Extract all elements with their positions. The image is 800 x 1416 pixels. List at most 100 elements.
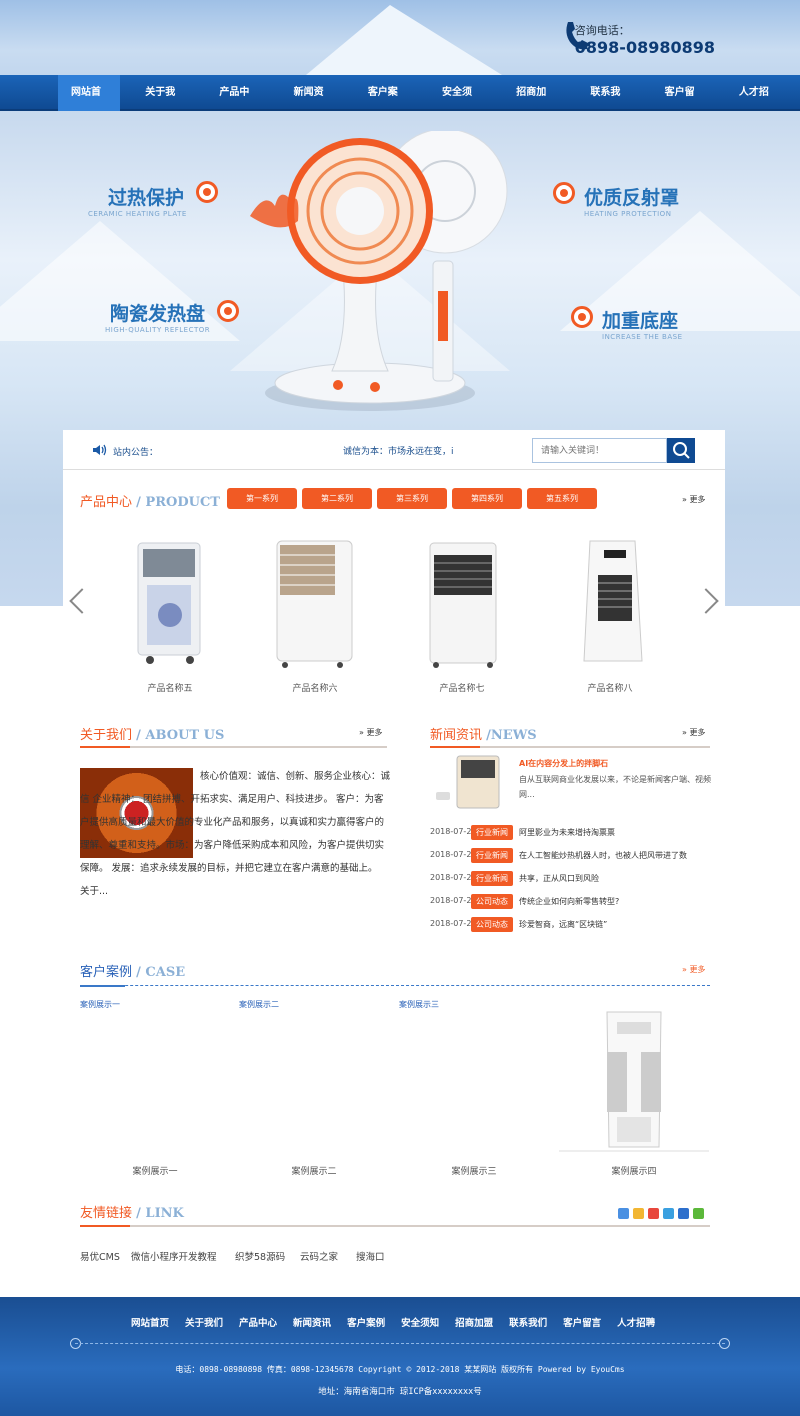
share-qzone-icon[interactable]	[633, 1208, 644, 1219]
products-section-title: 产品中心 / PRODUCT	[80, 491, 220, 510]
tab-series-2[interactable]: 第二系列	[302, 488, 372, 509]
news-date: 2018-07-27	[430, 850, 477, 859]
notice-text[interactable]: 诚信为本：市场永远在变，i	[343, 444, 454, 457]
news-row[interactable]: 2018-07-27 行业新闻 在人工智能炒热机器人时，也被人把风带进了数	[430, 848, 720, 864]
nav-item-jobs[interactable]: 人才招聘	[726, 75, 788, 134]
friend-link[interactable]: 织梦58源码	[235, 1249, 285, 1263]
product-card[interactable]: 产品名称五	[120, 535, 220, 694]
footer-copyright: 电话：0898-08980898 传真：0898-12345678 Copyri…	[175, 1365, 625, 1374]
products-more-link[interactable]: » 更多	[682, 494, 705, 505]
section-title-en: / ABOUT US	[136, 728, 225, 743]
tab-series-1[interactable]: 第一系列	[227, 488, 297, 509]
footer-nav-item[interactable]: 产品中心	[239, 1315, 277, 1329]
news-featured-image	[436, 755, 500, 809]
nav-item-products[interactable]: 产品中心	[206, 75, 268, 134]
footer-nav-item[interactable]: 客户留言	[563, 1315, 601, 1329]
feature-subtitle: INCREASE THE BASE	[602, 333, 683, 341]
share-weibo-icon[interactable]	[648, 1208, 659, 1219]
tab-series-5[interactable]: 第五系列	[527, 488, 597, 509]
product-name: 产品名称五	[147, 684, 193, 694]
divider	[80, 1225, 710, 1227]
section-title-cn: 产品中心	[80, 495, 133, 510]
news-row[interactable]: 2018-07-27 公司动态 传统企业如何向新零售转型?	[430, 894, 720, 910]
feature-subtitle: CERAMIC HEATING PLATE	[88, 210, 187, 218]
product-image	[137, 542, 201, 664]
news-row[interactable]: 2018-07-27 行业新闻 阿里影业为未来增持淘票票	[430, 825, 720, 841]
nav-item-message[interactable]: 客户留言	[652, 75, 714, 134]
footer-nav-item[interactable]: 安全须知	[401, 1315, 439, 1329]
friend-link[interactable]: 搜海口	[356, 1249, 385, 1263]
case-image-placeholder: 案例展示三	[399, 1000, 439, 1009]
tab-series-4[interactable]: 第四系列	[452, 488, 522, 509]
case-image-placeholder: 案例展示一	[80, 1000, 120, 1009]
news-more-link[interactable]: » 更多	[682, 727, 705, 738]
nav-item-news[interactable]: 新闻资讯	[281, 75, 343, 134]
nav-item-contact[interactable]: 联系我们	[577, 75, 639, 134]
feature-title: 加重底座	[602, 310, 679, 332]
friend-link[interactable]: 易优CMS	[80, 1249, 120, 1263]
about-section-title: 关于我们 / ABOUT US	[80, 724, 224, 743]
cases-more-link[interactable]: » 更多	[682, 964, 705, 975]
case-image-placeholder: 案例展示二	[239, 1000, 279, 1009]
nav-item-franchise[interactable]: 招商加盟	[503, 75, 565, 134]
more-label: 更多	[689, 965, 706, 974]
tab-series-3[interactable]: 第三系列	[377, 488, 447, 509]
feature-subtitle: HEATING PROTECTION	[584, 210, 672, 218]
feature-title: 陶瓷发热盘	[110, 303, 206, 325]
feature-base: 加重底座 INCREASE THE BASE	[602, 306, 683, 341]
news-tag: 行业新闻	[471, 848, 513, 863]
news-featured-title[interactable]: AI在内容分发上的拌脚石	[519, 758, 608, 769]
footer-nav-item[interactable]: 联系我们	[509, 1315, 547, 1329]
section-title-en: / PRODUCT	[136, 495, 220, 510]
footer-nav-item[interactable]: 人才招聘	[617, 1315, 655, 1329]
footer-nav: 网站首页 关于我们 产品中心 新闻资讯 客户案例 安全须知 招商加盟 联系我们 …	[131, 1315, 671, 1329]
section-title-cn: 友情链接	[80, 1206, 133, 1221]
footer-nav-item[interactable]: 招商加盟	[455, 1315, 493, 1329]
friend-link[interactable]: 云码之家	[300, 1249, 338, 1263]
divider	[80, 985, 710, 987]
footer-divider	[75, 1343, 725, 1344]
about-more-link[interactable]: » 更多	[359, 727, 382, 738]
news-row[interactable]: 2018-07-27 行业新闻 共享，正从风口到风险	[430, 871, 720, 887]
case-name: 案例展示一	[132, 1167, 178, 1177]
footer-nav-item[interactable]: 网站首页	[131, 1315, 169, 1329]
nav-item-cases[interactable]: 客户案例	[355, 75, 417, 134]
footer-nav-item[interactable]: 客户案例	[347, 1315, 385, 1329]
speaker-icon	[93, 444, 107, 456]
share-tencent-icon[interactable]	[663, 1208, 674, 1219]
product-card[interactable]: 产品名称八	[560, 535, 660, 694]
news-tag: 公司动态	[471, 917, 513, 932]
links-section-title: 友情链接 / LINK	[80, 1202, 184, 1221]
share-wechat-icon[interactable]	[693, 1208, 704, 1219]
share-renren-icon[interactable]	[678, 1208, 689, 1219]
section-title-cn: 关于我们	[80, 728, 133, 743]
share-plus-icon[interactable]	[618, 1208, 629, 1219]
product-card[interactable]: 产品名称七	[412, 535, 512, 694]
footer-nav-item[interactable]: 新闻资讯	[293, 1315, 331, 1329]
product-image	[276, 540, 353, 668]
divider	[430, 746, 710, 748]
product-name: 产品名称六	[292, 684, 338, 694]
about-text: 核心价值观：诚信、创新、服务企业核心：诚信 企业精神： 团结拼搏、开拓求实、满足…	[80, 771, 391, 897]
news-title: 共享，正从风口到风险	[519, 874, 599, 883]
nav-item-safety[interactable]: 安全须知	[429, 75, 491, 134]
search-input[interactable]	[532, 438, 667, 463]
case-card[interactable]: 案例展示一 案例展示一	[80, 999, 230, 1177]
news-row[interactable]: 2018-07-27 公司动态 珍爱智商，远离“区块链”	[430, 917, 720, 933]
case-card[interactable]: 案例展示三 案例展示三	[399, 999, 549, 1177]
product-card[interactable]: 产品名称六	[265, 535, 365, 694]
contact-phone: 咨询电话： 0898-08980898	[575, 22, 715, 57]
nav-item-home[interactable]: 网站首页	[58, 75, 121, 134]
more-label: 更多	[689, 495, 706, 504]
footer-address: 地址：海南省海口市 琼ICP备xxxxxxxx号	[318, 1387, 482, 1397]
news-featured-summary: 自从互联网商业化发展以来，不论是新闻客户端、视频网...	[519, 775, 711, 799]
nav-item-about[interactable]: 关于我们	[132, 75, 194, 134]
search-button[interactable]	[667, 438, 695, 463]
footer-nav-item[interactable]: 关于我们	[185, 1315, 223, 1329]
feature-dot	[196, 181, 218, 203]
feature-subtitle: HIGH-QUALITY REFLECTOR	[105, 326, 211, 334]
footer-circle-decoration	[719, 1338, 730, 1349]
case-card[interactable]: 案例展示二 案例展示二	[239, 999, 389, 1177]
friend-link[interactable]: 微信小程序开发教程	[131, 1249, 217, 1263]
phone-label: 咨询电话：	[574, 24, 630, 37]
